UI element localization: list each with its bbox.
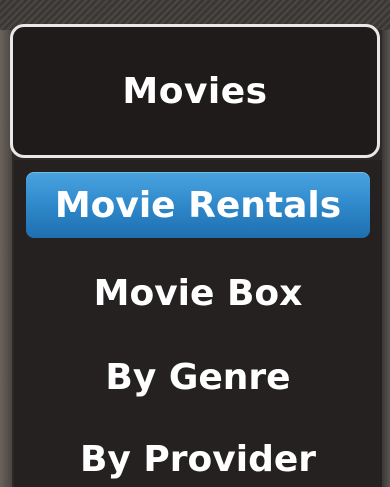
category-dropdown[interactable]: Movies xyxy=(10,24,380,158)
right-edge xyxy=(382,30,390,487)
menu-item-by-genre[interactable]: By Genre xyxy=(26,344,370,410)
dropdown-menu: Movie Rentals Movie Box By Genre By Prov… xyxy=(14,160,382,487)
menu-item-movie-rentals[interactable]: Movie Rentals xyxy=(26,172,370,238)
menu-item-movie-box[interactable]: Movie Box xyxy=(26,260,370,326)
menu-item-label: Movie Rentals xyxy=(54,184,342,226)
screen: Movies Movie Rentals Movie Box By Genre … xyxy=(0,0,390,487)
menu-item-label: By Provider xyxy=(79,438,317,480)
menu-item-by-provider[interactable]: By Provider xyxy=(26,426,370,487)
menu-item-label: By Genre xyxy=(105,356,291,398)
menu-item-label: Movie Box xyxy=(93,272,303,314)
category-dropdown-label: Movies xyxy=(122,70,268,112)
